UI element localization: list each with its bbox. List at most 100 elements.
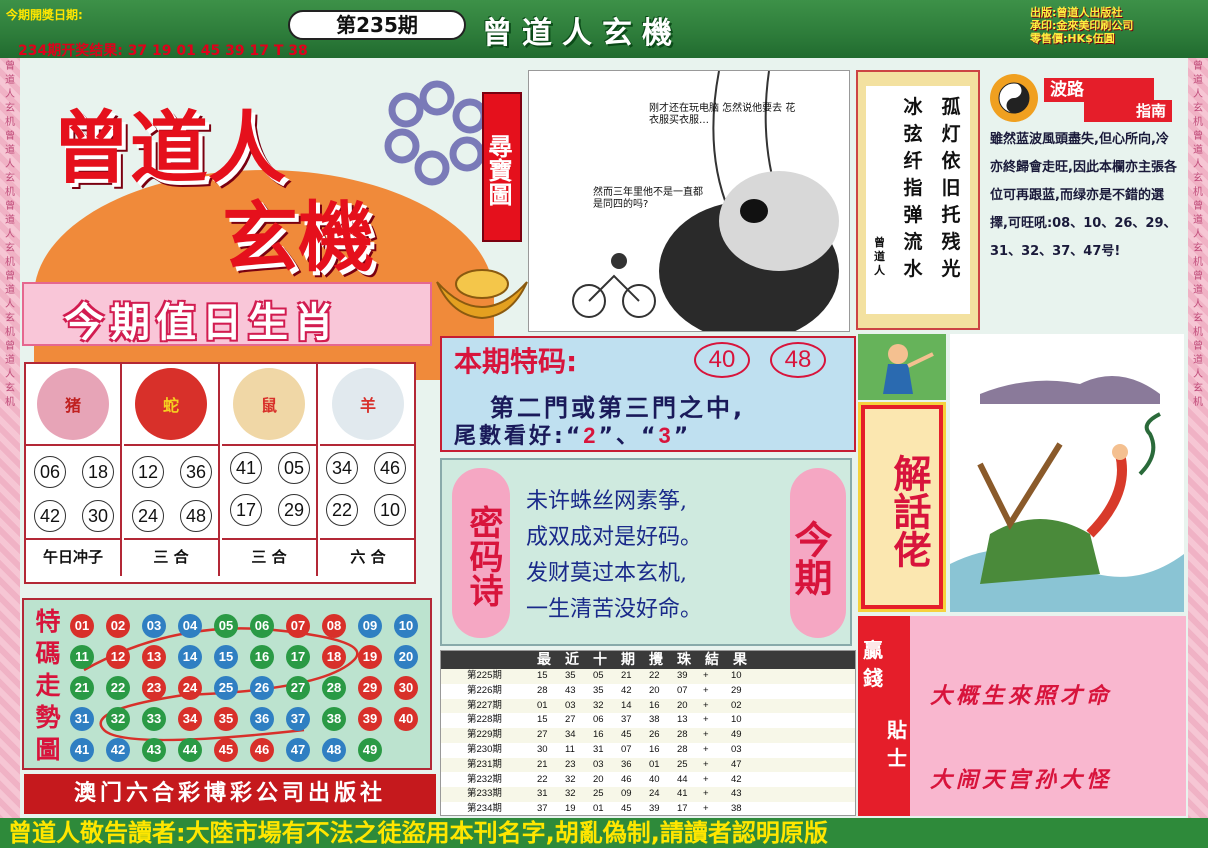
zodiac-number: 41 xyxy=(230,452,262,484)
zodiac-title: 今期值日生肖 xyxy=(64,300,340,346)
trend-ball: 34 xyxy=(178,707,202,731)
result-issue: 第228期 xyxy=(467,714,502,726)
trend-ball: 07 xyxy=(286,614,310,638)
zodiac-number: 46 xyxy=(374,452,406,484)
zodiac-number: 06 xyxy=(34,456,66,488)
riddle-panel: 解話佬 xyxy=(858,402,946,612)
trend-ball: 18 xyxy=(322,645,346,669)
result-number: 32 xyxy=(565,788,576,800)
result-number: 28 xyxy=(677,729,688,741)
result-number: 40 xyxy=(649,773,660,785)
previous-result: 234期开奖结果: 37 19 01 45 39 17 T 38 xyxy=(18,43,308,59)
zodiac-number: 24 xyxy=(132,500,164,532)
tail-number: 3 xyxy=(658,423,674,448)
trend-ball: 39 xyxy=(358,707,382,731)
trend-ball: 06 xyxy=(250,614,274,638)
result-number: 15 xyxy=(537,714,548,726)
trend-ball: 44 xyxy=(178,738,202,762)
trend-ball: 04 xyxy=(178,614,202,638)
tip-line: 大闹天宫孙大怪 xyxy=(930,768,1113,793)
this-issue-label: 今期 xyxy=(788,468,846,638)
zodiac-numbers: 34 46 22 10 xyxy=(320,446,416,540)
result-number: 22 xyxy=(537,773,548,785)
trend-ball: 05 xyxy=(214,614,238,638)
trend-ball: 08 xyxy=(322,614,346,638)
result-number: 01 xyxy=(537,699,548,711)
zodiac-cell-snake: 蛇 12 36 24 48 三 合 xyxy=(124,364,220,576)
tips-panel: 大概生來照才命 大闹天宫孙大怪 xyxy=(910,616,1186,816)
trend-ball: 27 xyxy=(286,676,310,700)
result-number: + xyxy=(703,773,709,785)
comic-illustration: 刚才还在玩电脑 怎然说他要去 花衣服买衣服… 然而三年里他不是一直都是同四的吗? xyxy=(528,70,850,332)
poem-line: 成双成对是好码。 xyxy=(526,525,703,550)
result-number: 19 xyxy=(565,803,576,815)
result-number: 03 xyxy=(565,699,576,711)
trend-ball: 30 xyxy=(394,676,418,700)
zodiac-image: 蛇 xyxy=(124,364,218,446)
result-number: + xyxy=(703,684,709,696)
result-number: 38 xyxy=(731,803,742,815)
open-date-label: 今期開獎日期: xyxy=(6,8,83,22)
logo-panel: 曾道人 玄機 尋寶圖 xyxy=(22,70,528,380)
result-number: 36 xyxy=(621,758,632,770)
result-number: 13 xyxy=(677,714,688,726)
zodiac-number: 17 xyxy=(230,494,262,526)
result-number: 02 xyxy=(731,699,742,711)
result-number: 20 xyxy=(593,773,604,785)
zodiac-number: 05 xyxy=(278,452,310,484)
trend-ball: 31 xyxy=(70,707,94,731)
zodiac-numbers: 41 05 17 29 xyxy=(222,446,316,540)
special-code-label: 本期特码: xyxy=(454,345,578,378)
scroll-line-left: 冰弦纤指弹流水 xyxy=(903,96,923,280)
result-row: 第228期 15 27 06 37 38 13 +10 xyxy=(441,713,855,728)
result-number: 26 xyxy=(649,729,660,741)
zodiac-number: 10 xyxy=(374,494,406,526)
publisher-info: 出版:曾道人出版社 承印:金來美印刷公司 零售價:HK$伍圓 xyxy=(1030,6,1133,45)
trend-chart-panel: 特碼走勢圖 01 02 03 04 05 06 07 08 09 10 11 12 13 14 15 16 17… xyxy=(22,598,432,770)
zodiac-image: 猪 xyxy=(26,364,120,446)
result-number: 06 xyxy=(593,714,604,726)
pig-icon: 猪 xyxy=(37,368,109,440)
result-number: 43 xyxy=(731,788,742,800)
result-number: 01 xyxy=(593,803,604,815)
result-number: 27 xyxy=(537,729,548,741)
zodiac-numbers: 12 36 24 48 xyxy=(124,446,218,540)
trend-ball: 20 xyxy=(394,645,418,669)
result-row: 第232期 22 32 20 46 40 44 +42 xyxy=(441,773,855,788)
trend-ball: 01 xyxy=(70,614,94,638)
trend-ball: 36 xyxy=(250,707,274,731)
header-bar: 今期開獎日期: 第235期 234期开奖结果: 37 19 01 45 39 1… xyxy=(0,0,1208,59)
zodiac-number: 29 xyxy=(278,494,310,526)
poem-line: 发财莫过本玄机, xyxy=(526,561,687,586)
recent-results-table: 最近十期攪珠結果 第225期 15 35 05 21 22 39 +10 第226期 28 43 35… xyxy=(440,650,856,816)
result-issue: 第230期 xyxy=(467,744,502,755)
trend-ball: 29 xyxy=(358,676,382,700)
result-number: 39 xyxy=(649,803,660,815)
result-number: 45 xyxy=(621,729,632,741)
result-number: 32 xyxy=(565,773,576,785)
result-number: 22 xyxy=(649,670,660,681)
result-number: 30 xyxy=(537,744,548,755)
zodiac-cell-pig: 猪 06 18 42 30 午日冲子 xyxy=(26,364,122,576)
riddle-label: 解話佬 xyxy=(865,409,939,605)
zodiac-image: 鼠 xyxy=(222,364,316,446)
trend-ball: 16 xyxy=(250,645,274,669)
tip-line: 大概生來照才命 xyxy=(930,684,1113,709)
wave-guide-text: 雖然蓝波風頭盡失,但心所向,冷亦終歸會走旺,因此本欄亦主張各位可再跟蓝,而绿亦是… xyxy=(990,132,1177,259)
result-number: 03 xyxy=(593,758,604,770)
trend-ball: 38 xyxy=(322,707,346,731)
result-number: 31 xyxy=(537,788,548,800)
goat-icon: 羊 xyxy=(332,368,404,440)
printer-line: 承印:金來美印刷公司 xyxy=(1030,19,1134,32)
poem-line: 一生清苦没好命。 xyxy=(526,597,703,622)
zodiac-number: 12 xyxy=(132,456,164,488)
result-number: 03 xyxy=(731,744,742,755)
wave-guide-title: 波路 xyxy=(1044,78,1154,102)
trend-ball: 40 xyxy=(394,707,418,731)
riddle-figure-image xyxy=(858,334,946,400)
zodiac-number: 30 xyxy=(82,500,114,532)
result-number: 20 xyxy=(649,684,660,696)
result-number: + xyxy=(703,788,709,800)
trend-ball: 13 xyxy=(142,645,166,669)
result-number: 35 xyxy=(565,670,576,681)
